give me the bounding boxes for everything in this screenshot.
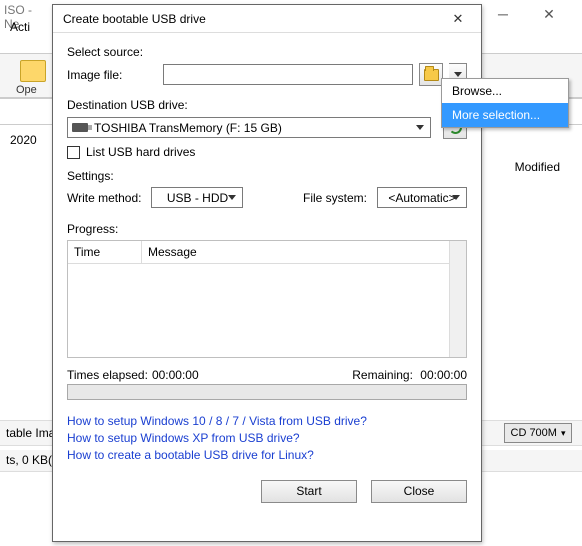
remaining-value: 00:00:00: [420, 368, 467, 382]
file-system-combo[interactable]: <Automatic>: [377, 187, 467, 208]
bg-open-label: Ope: [16, 84, 37, 96]
elapsed-value: 00:00:00: [152, 368, 199, 382]
usb-drive-value: TOSHIBA TransMemory (F: 15 GB): [94, 121, 282, 135]
chevron-down-icon: [228, 195, 236, 200]
col-time-header[interactable]: Time: [68, 241, 142, 263]
menu-item-more-selection[interactable]: More selection...: [442, 103, 568, 127]
image-file-input[interactable]: [163, 64, 413, 85]
browse-image-button[interactable]: [419, 63, 443, 86]
remaining-label: Remaining:: [352, 368, 413, 382]
progress-label: Progress:: [67, 222, 467, 236]
chevron-down-icon: [416, 125, 424, 130]
open-folder-icon[interactable]: [20, 60, 46, 82]
start-button[interactable]: Start: [261, 480, 357, 503]
select-source-label: Select source:: [67, 45, 467, 59]
browse-popup-menu: Browse... More selection...: [441, 78, 569, 128]
progress-bar: [67, 384, 467, 400]
dialog-titlebar[interactable]: Create bootable USB drive ✕: [53, 5, 481, 33]
list-hard-drives-label: List USB hard drives: [86, 145, 195, 159]
progress-log[interactable]: Time Message: [67, 240, 467, 358]
bg-close-button[interactable]: ✕: [526, 2, 572, 26]
chevron-down-icon: [454, 72, 462, 77]
bg-cd-size-combo[interactable]: CD 700M: [504, 423, 572, 443]
help-link-linux[interactable]: How to create a bootable USB drive for L…: [67, 448, 467, 462]
write-method-label: Write method:: [67, 191, 141, 205]
file-system-label: File system:: [303, 191, 367, 205]
col-message-header[interactable]: Message: [142, 241, 203, 263]
usb-icon: [72, 123, 88, 132]
folder-icon: [424, 69, 439, 81]
dialog-close-button[interactable]: ✕: [439, 8, 477, 30]
menu-item-browse[interactable]: Browse...: [442, 79, 568, 103]
destination-label: Destination USB drive:: [67, 98, 467, 112]
close-button[interactable]: Close: [371, 480, 467, 503]
usb-drive-combo[interactable]: TOSHIBA TransMemory (F: 15 GB): [67, 117, 431, 138]
list-hard-drives-checkbox[interactable]: [67, 146, 80, 159]
chevron-down-icon: [452, 195, 460, 200]
create-bootable-dialog: Create bootable USB drive ✕ Select sourc…: [52, 4, 482, 542]
scrollbar[interactable]: [449, 241, 466, 357]
help-link-winxp[interactable]: How to setup Windows XP from USB drive?: [67, 431, 467, 445]
bg-date: 2020: [10, 133, 37, 147]
elapsed-label: Times elapsed:: [67, 368, 148, 382]
dialog-title: Create bootable USB drive: [63, 12, 439, 26]
bg-column-modified[interactable]: Modified: [515, 160, 560, 174]
help-link-win10[interactable]: How to setup Windows 10 / 8 / 7 / Vista …: [67, 414, 467, 428]
bg-minimize-button[interactable]: ─: [480, 2, 526, 26]
image-file-label: Image file:: [67, 68, 157, 82]
write-method-combo[interactable]: USB - HDD: [151, 187, 243, 208]
bg-app-title: ISO - Ne: [0, 0, 50, 20]
settings-label: Settings:: [67, 169, 467, 183]
